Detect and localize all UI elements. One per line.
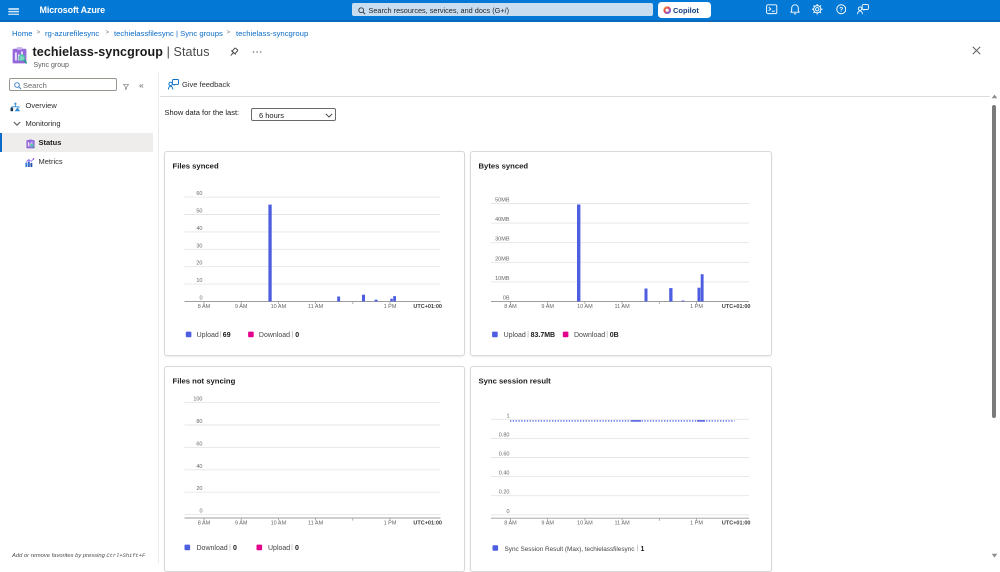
svg-text:0B: 0B [609,332,618,339]
svg-text:1: 1 [640,546,644,553]
svg-text:1 PM: 1 PM [690,521,703,527]
svg-text:11 AM: 11 AM [614,521,630,527]
svg-text:10 AM: 10 AM [271,521,287,527]
svg-text:Sync session result: Sync session result [478,376,551,385]
svg-text:100: 100 [193,397,202,403]
svg-text:8 AM: 8 AM [504,304,517,310]
svg-text:Upload: Upload [268,545,290,552]
svg-text:11 AM: 11 AM [308,521,324,527]
svg-text:9 AM: 9 AM [541,304,554,310]
svg-text:40MB: 40MB [495,217,510,223]
svg-text:1 PM: 1 PM [690,304,703,310]
svg-text:9 AM: 9 AM [235,521,248,527]
svg-text:11 AM: 11 AM [614,304,630,310]
svg-text:50MB: 50MB [495,197,510,203]
svg-text:20MB: 20MB [495,256,510,262]
svg-text:8 AM: 8 AM [504,521,517,527]
svg-text:Files synced: Files synced [173,161,219,170]
svg-text:Download: Download [574,332,605,339]
svg-text:0: 0 [295,545,299,552]
svg-text:40: 40 [196,225,202,231]
svg-text:0: 0 [199,509,202,515]
svg-text:Upload: Upload [503,332,525,339]
svg-text:?: ? [839,7,843,14]
svg-text:9 AM: 9 AM [541,521,554,527]
svg-text:30: 30 [196,243,202,249]
svg-text:40: 40 [196,464,202,470]
svg-text:0.60: 0.60 [498,452,509,458]
svg-text:20: 20 [196,260,202,266]
svg-text:60: 60 [196,191,202,197]
svg-text:Sync Session Result (Max), tec: Sync Session Result (Max), techielassfil… [504,546,635,553]
svg-text:UTC+01:00: UTC+01:00 [721,521,750,527]
svg-text:60: 60 [196,441,202,447]
svg-text:0: 0 [199,295,202,301]
svg-text:UTC+01:00: UTC+01:00 [413,304,442,310]
svg-text:8 AM: 8 AM [198,304,211,310]
svg-text:Bytes synced: Bytes synced [478,161,528,170]
svg-text:UTC+01:00: UTC+01:00 [721,304,750,310]
svg-text:10 AM: 10 AM [577,304,593,310]
svg-text:1: 1 [506,413,509,419]
svg-text:10: 10 [196,278,202,284]
svg-text:11 AM: 11 AM [308,304,324,310]
svg-text:69: 69 [223,332,231,339]
svg-text:20: 20 [196,486,202,492]
svg-text:30MB: 30MB [495,236,510,242]
svg-text:0: 0 [506,509,509,515]
svg-text:10 AM: 10 AM [577,521,593,527]
svg-text:1 PM: 1 PM [384,304,397,310]
svg-text:UTC+01:00: UTC+01:00 [413,521,442,527]
svg-text:0.20: 0.20 [498,490,509,496]
svg-text:8 AM: 8 AM [198,521,211,527]
svg-text:10MB: 10MB [495,275,510,281]
svg-text:0: 0 [295,332,299,339]
svg-text:80: 80 [196,419,202,425]
svg-text:Files not syncing: Files not syncing [173,376,236,385]
svg-text:0.40: 0.40 [498,471,509,477]
svg-text:50: 50 [196,208,202,214]
svg-text:1 PM: 1 PM [384,521,397,527]
svg-text:Download: Download [197,545,228,552]
svg-text:0.80: 0.80 [498,432,509,438]
svg-text:10 AM: 10 AM [271,304,287,310]
svg-text:0B: 0B [502,295,509,301]
svg-text:9 AM: 9 AM [235,304,248,310]
svg-text:83.7MB: 83.7MB [530,332,555,339]
svg-text:Upload: Upload [197,332,219,339]
svg-text:Download: Download [259,332,290,339]
svg-text:0: 0 [233,545,237,552]
